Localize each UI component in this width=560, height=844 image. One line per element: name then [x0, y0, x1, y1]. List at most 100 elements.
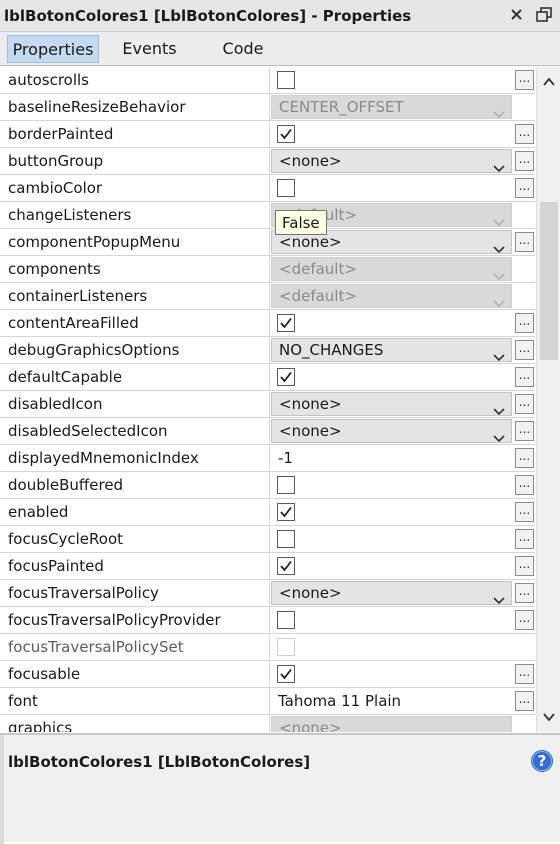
property-name: displayedMnemonicIndex	[0, 445, 270, 471]
property-row-debugGraphicsOptions[interactable]: debugGraphicsOptions NO_CHANGES...	[0, 337, 535, 364]
ellipsis-button[interactable]: ...	[515, 124, 534, 144]
chevron-down-icon[interactable]	[493, 292, 505, 307]
property-row-contentAreaFilled[interactable]: contentAreaFilled...	[0, 310, 535, 337]
tab-properties[interactable]: Properties	[7, 35, 99, 63]
property-combo: <default>	[271, 257, 512, 281]
tab-code[interactable]: Code	[212, 35, 274, 63]
property-combo: CENTER_OFFSET	[271, 95, 512, 119]
ellipsis-button[interactable]: ...	[515, 664, 534, 684]
property-row-autoscrolls[interactable]: autoscrolls...	[0, 67, 535, 94]
property-value[interactable]: -1	[278, 445, 293, 472]
property-checkbox[interactable]	[277, 530, 295, 548]
property-row-graphics[interactable]: graphics <none>	[0, 715, 535, 732]
property-name: containerListeners	[0, 283, 270, 309]
ellipsis-button[interactable]: ...	[515, 70, 534, 90]
property-row-focusTraversalPolicySet[interactable]: focusTraversalPolicySet	[0, 634, 535, 661]
ellipsis-button[interactable]: ...	[515, 502, 534, 522]
property-row-components[interactable]: components <default>	[0, 256, 535, 283]
chevron-down-icon[interactable]	[493, 238, 505, 253]
property-checkbox[interactable]	[277, 368, 295, 386]
combo-value: <none>	[279, 422, 342, 440]
property-name: baselineResizeBehavior	[0, 94, 270, 120]
chevron-down-icon[interactable]	[493, 211, 505, 226]
property-combo[interactable]: <none>	[271, 392, 512, 416]
ellipsis-button[interactable]: ...	[515, 475, 534, 495]
property-row-focusTraversalPolicyProvider[interactable]: focusTraversalPolicyProvider...	[0, 607, 535, 634]
property-combo[interactable]: <none>	[271, 149, 512, 173]
property-name: disabledSelectedIcon	[0, 418, 270, 444]
ellipsis-button[interactable]: ...	[515, 232, 534, 252]
maximize-icon[interactable]	[535, 6, 553, 24]
ellipsis-button[interactable]: ...	[515, 367, 534, 387]
ellipsis-button[interactable]: ...	[515, 178, 534, 198]
property-checkbox[interactable]	[277, 179, 295, 197]
vertical-scrollbar[interactable]	[536, 67, 560, 732]
property-checkbox[interactable]	[277, 125, 295, 143]
property-row-doubleBuffered[interactable]: doubleBuffered...	[0, 472, 535, 499]
property-row-containerListeners[interactable]: containerListeners <default>	[0, 283, 535, 310]
chevron-down-icon[interactable]	[493, 157, 505, 172]
scrollbar-thumb[interactable]	[540, 202, 558, 360]
property-combo[interactable]: <none>	[271, 581, 512, 605]
chevron-down-icon[interactable]	[493, 427, 505, 442]
property-row-focusable[interactable]: focusable...	[0, 661, 535, 688]
chevron-down-icon[interactable]	[493, 589, 505, 604]
ellipsis-button[interactable]: ...	[515, 583, 534, 603]
scroll-down-icon[interactable]	[541, 710, 557, 724]
property-row-enabled[interactable]: enabled...	[0, 499, 535, 526]
help-icon[interactable]: ?	[530, 749, 554, 773]
property-checkbox[interactable]	[277, 71, 295, 89]
ellipsis-button[interactable]: ...	[515, 151, 534, 171]
property-row-cambioColor[interactable]: cambioColor...	[0, 175, 535, 202]
scroll-up-icon[interactable]	[541, 75, 557, 89]
property-checkbox[interactable]	[277, 611, 295, 629]
property-name: componentPopupMenu	[0, 229, 270, 255]
property-name: contentAreaFilled	[0, 310, 270, 336]
property-checkbox[interactable]	[277, 314, 295, 332]
property-row-changeListeners[interactable]: changeListeners<default>	[0, 202, 535, 229]
property-row-focusCycleRoot[interactable]: focusCycleRoot...	[0, 526, 535, 553]
ellipsis-button[interactable]: ...	[515, 691, 534, 711]
tab-events[interactable]: Events	[112, 35, 187, 63]
property-row-defaultCapable[interactable]: defaultCapable...	[0, 364, 535, 391]
property-row-componentPopupMenu[interactable]: componentPopupMenu <none>...	[0, 229, 535, 256]
property-row-buttonGroup[interactable]: buttonGroup <none>...	[0, 148, 535, 175]
property-checkbox[interactable]	[277, 557, 295, 575]
property-name: autoscrolls	[0, 67, 270, 93]
ellipsis-button[interactable]: ...	[515, 394, 534, 414]
property-row-disabledIcon[interactable]: disabledIcon <none>...	[0, 391, 535, 418]
ellipsis-button[interactable]: ...	[515, 421, 534, 441]
ellipsis-button[interactable]: ...	[515, 448, 534, 468]
property-name: components	[0, 256, 270, 282]
property-combo[interactable]: <none>	[271, 419, 512, 443]
ellipsis-button[interactable]: ...	[515, 556, 534, 576]
close-icon[interactable]	[508, 6, 526, 24]
svg-text:?: ?	[538, 752, 547, 770]
panel-edge	[0, 735, 4, 844]
property-name: buttonGroup	[0, 148, 270, 174]
property-checkbox[interactable]	[277, 503, 295, 521]
chevron-down-icon[interactable]	[493, 346, 505, 361]
property-combo: <none>	[271, 716, 512, 732]
property-row-focusPainted[interactable]: focusPainted...	[0, 553, 535, 580]
chevron-down-icon[interactable]	[493, 724, 505, 732]
property-row-borderPainted[interactable]: borderPainted...	[0, 121, 535, 148]
property-row-focusTraversalPolicy[interactable]: focusTraversalPolicy <none>...	[0, 580, 535, 607]
chevron-down-icon[interactable]	[493, 265, 505, 280]
ellipsis-button[interactable]: ...	[515, 340, 534, 360]
property-combo[interactable]: NO_CHANGES	[271, 338, 512, 362]
property-row-disabledSelectedIcon[interactable]: disabledSelectedIcon <none>...	[0, 418, 535, 445]
ellipsis-button[interactable]: ...	[515, 529, 534, 549]
property-value[interactable]: Tahoma 11 Plain	[278, 688, 401, 715]
chevron-down-icon[interactable]	[493, 103, 505, 118]
ellipsis-button[interactable]: ...	[515, 313, 534, 333]
combo-value: <default>	[279, 287, 357, 305]
property-name: cambioColor	[0, 175, 270, 201]
property-checkbox[interactable]	[277, 476, 295, 494]
chevron-down-icon[interactable]	[493, 400, 505, 415]
property-row-displayedMnemonicIndex[interactable]: displayedMnemonicIndex -1...	[0, 445, 535, 472]
ellipsis-button[interactable]: ...	[515, 610, 534, 630]
property-checkbox[interactable]	[277, 665, 295, 683]
property-row-font[interactable]: font Tahoma 11 Plain...	[0, 688, 535, 715]
property-row-baselineResizeBehavior[interactable]: baselineResizeBehavior CENTER_OFFSET	[0, 94, 535, 121]
